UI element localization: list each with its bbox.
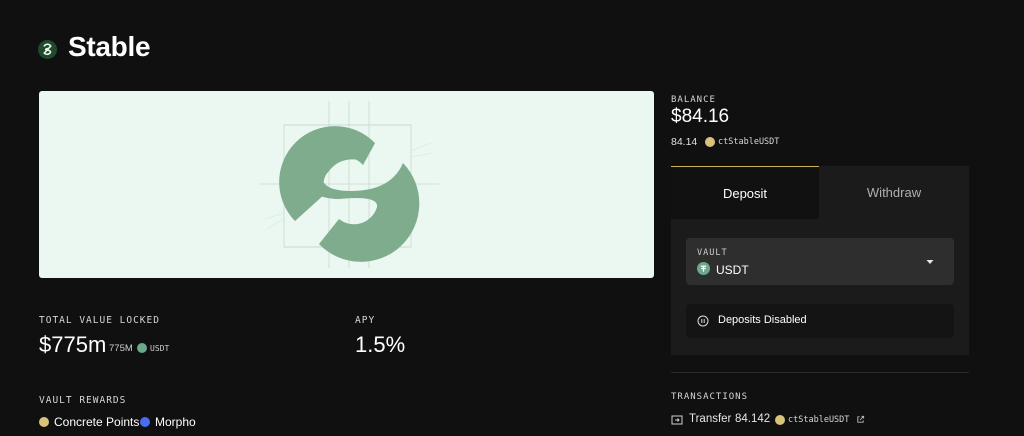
tvl-amount: 775M: [109, 343, 133, 354]
reward-morpho: Morpho: [155, 415, 196, 429]
apy-label: APY: [355, 315, 376, 326]
ctstableusdt-icon: [705, 137, 715, 147]
chevron-down-icon: [926, 260, 934, 264]
pause-icon: [697, 315, 709, 327]
balance-label: BALANCE: [671, 95, 716, 105]
morpho-icon: [140, 417, 150, 427]
vault-select[interactable]: [686, 238, 954, 285]
transaction-type: Transfer: [689, 413, 732, 425]
tvl-value: $775m: [39, 332, 107, 357]
concrete-points-icon: [39, 417, 49, 427]
reward-concrete-points: Concrete Points: [54, 415, 140, 429]
tvl-label: TOTAL VALUE LOCKED: [39, 315, 160, 326]
balance-value: $84.16: [671, 106, 730, 127]
vault-hero-banner: [39, 91, 654, 278]
tab-deposit[interactable]: Deposit: [671, 166, 819, 219]
page-title: Stable: [68, 31, 151, 62]
apy-value: 1.5%: [355, 332, 406, 357]
transaction-token: ctStableUSDT: [788, 415, 850, 425]
vault-label: VAULT: [697, 248, 728, 258]
divider: [671, 372, 969, 373]
ctstableusdt-icon: [775, 415, 785, 425]
vault-selected: USDT: [716, 263, 749, 277]
deposits-disabled-text: Deposits Disabled: [718, 314, 807, 326]
tab-withdraw[interactable]: Withdraw: [819, 166, 969, 219]
usdt-icon: [697, 262, 710, 275]
stable-logo-icon: [38, 40, 57, 59]
transactions-label: TRANSACTIONS: [671, 392, 749, 402]
tvl-token: USDT: [150, 344, 170, 353]
external-link-icon[interactable]: [856, 415, 865, 424]
transaction-amount: 84.142: [735, 413, 771, 425]
stable-hero-logo-icon: [259, 101, 439, 268]
transfer-icon: [671, 415, 683, 425]
balance-token: ctStableUSDT: [718, 137, 780, 147]
usdt-icon: [137, 343, 147, 353]
vault-rewards-label: VAULT REWARDS: [39, 395, 127, 406]
balance-amount: 84.14: [671, 136, 698, 148]
